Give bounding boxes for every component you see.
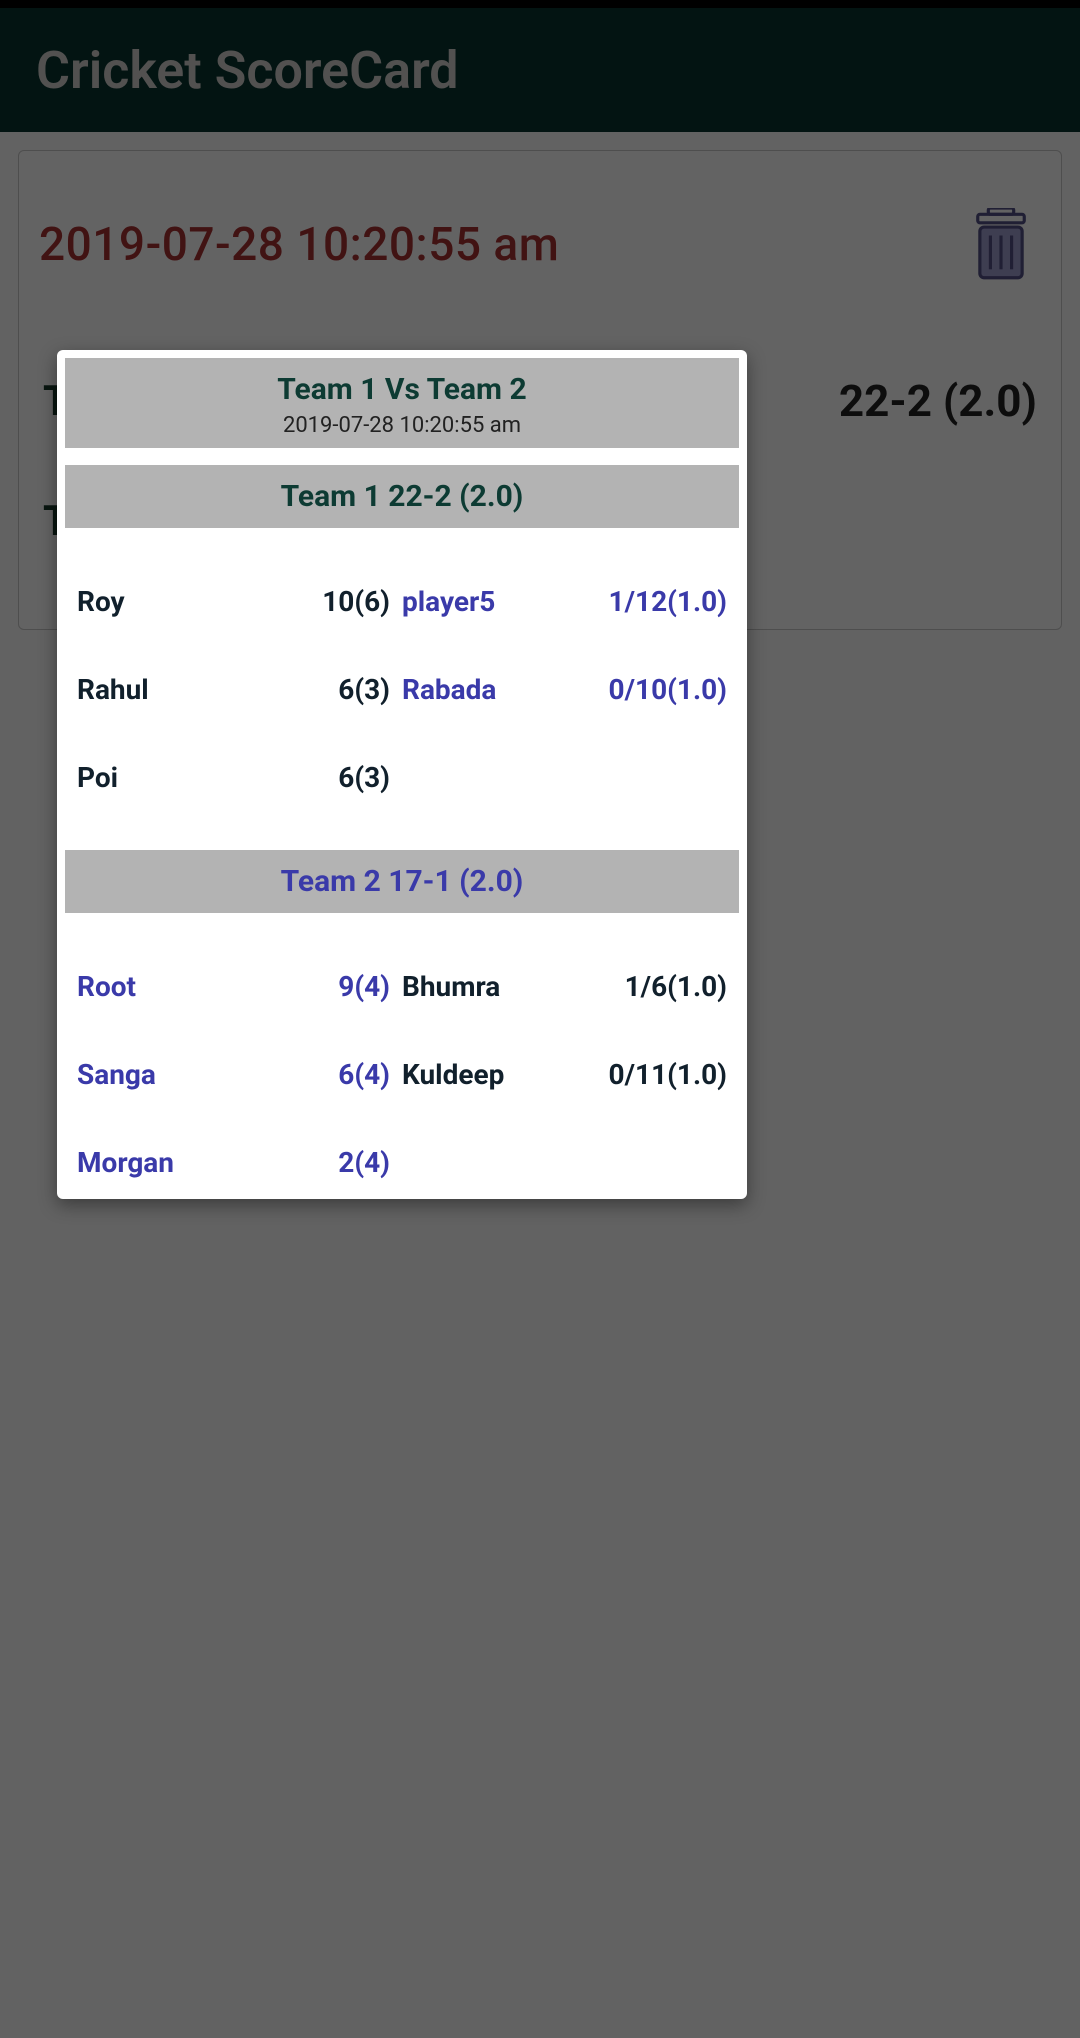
batsman-stat: 9(4) (247, 973, 402, 1001)
scorecard-modal: Team 1 Vs Team 2 2019-07-28 10:20:55 am … (57, 350, 747, 1199)
table-row: Morgan 2(4) (77, 1149, 727, 1177)
team2-section-header: Team 2 17-1 (2.0) (65, 850, 739, 913)
bowler-name: player5 (402, 588, 552, 616)
table-row: Rahul 6(3) Rabada 0/10(1.0) (77, 676, 727, 704)
team1-section-header: Team 1 22-2 (2.0) (65, 465, 739, 528)
batsman-name: Roy (77, 588, 247, 616)
table-row: Root 9(4) Bhumra 1/6(1.0) (77, 973, 727, 1001)
bowler-name (402, 764, 552, 792)
batsman-name: Sanga (77, 1061, 247, 1089)
table-row: Sanga 6(4) Kuldeep 0/11(1.0) (77, 1061, 727, 1089)
batsman-stat: 10(6) (247, 588, 402, 616)
batsman-stat: 6(3) (247, 676, 402, 704)
batsman-name: Poi (77, 764, 247, 792)
table-row: Roy 10(6) player5 1/12(1.0) (77, 588, 727, 616)
batsman-name: Root (77, 973, 247, 1001)
modal-subtitle: 2019-07-28 10:20:55 am (75, 413, 729, 438)
bowler-stat: 0/11(1.0) (552, 1061, 727, 1089)
bowler-stat: 0/10(1.0) (552, 676, 727, 704)
batsman-name: Rahul (77, 676, 247, 704)
bowler-stat (552, 1149, 727, 1177)
modal-header: Team 1 Vs Team 2 2019-07-28 10:20:55 am (65, 358, 739, 448)
bowler-name: Kuldeep (402, 1061, 552, 1089)
bowler-name (402, 1149, 552, 1177)
bowler-name: Bhumra (402, 973, 552, 1001)
table-row: Poi 6(3) (77, 764, 727, 792)
batsman-stat: 6(3) (247, 764, 402, 792)
batsman-stat: 2(4) (247, 1149, 402, 1177)
bowler-name: Rabada (402, 676, 552, 704)
batsman-stat: 6(4) (247, 1061, 402, 1089)
team2-stats: Root 9(4) Bhumra 1/6(1.0) Sanga 6(4) Kul… (65, 973, 739, 1177)
bowler-stat: 1/6(1.0) (552, 973, 727, 1001)
batsman-name: Morgan (77, 1149, 247, 1177)
bowler-stat: 1/12(1.0) (552, 588, 727, 616)
team1-stats: Roy 10(6) player5 1/12(1.0) Rahul 6(3) R… (65, 588, 739, 792)
bowler-stat (552, 764, 727, 792)
modal-title: Team 1 Vs Team 2 (75, 372, 729, 407)
